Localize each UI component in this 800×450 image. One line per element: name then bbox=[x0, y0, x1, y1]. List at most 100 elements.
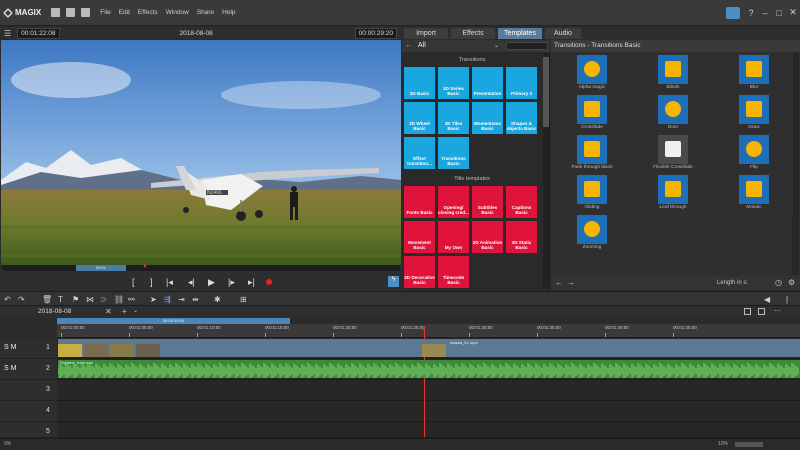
transition-template-tile[interactable]: Presentation bbox=[472, 67, 503, 99]
solo-mute-toggle[interactable]: S M bbox=[4, 365, 16, 372]
scrollbar[interactable] bbox=[543, 53, 549, 289]
tab-effects[interactable]: Effects bbox=[451, 28, 495, 39]
share-icon[interactable] bbox=[726, 6, 740, 19]
zoom-slider[interactable] bbox=[735, 442, 763, 447]
track-header[interactable]: S M 2 bbox=[0, 359, 57, 380]
timeline-ruler[interactable]: 00:01:00:00 00:01:05:00 00:01:10:00 00:01:1… bbox=[57, 324, 800, 338]
delete-icon[interactable]: 🗑 bbox=[42, 295, 52, 304]
tab-audio[interactable]: Audio bbox=[545, 28, 581, 39]
title-icon[interactable]: T bbox=[58, 295, 63, 304]
track-lane[interactable] bbox=[57, 422, 800, 438]
transition-template-tile[interactable]: 3D Tiles Basic bbox=[438, 102, 469, 134]
scrollbar-right[interactable] bbox=[792, 53, 799, 275]
scrub-range[interactable]: 00:01 bbox=[76, 265, 126, 271]
menu-effects[interactable]: Effects bbox=[138, 9, 158, 16]
playhead-marker-icon[interactable]: ▼ bbox=[142, 264, 148, 270]
title-template-tile[interactable]: Captions Basic bbox=[506, 186, 537, 218]
transition-tile[interactable]: Fade through black bbox=[553, 134, 631, 174]
transition-tile[interactable]: Draw bbox=[715, 94, 793, 134]
transition-tile[interactable]: Flip bbox=[715, 134, 793, 174]
chevron-down-icon[interactable]: ⌄ bbox=[133, 307, 138, 314]
storyboard-icon[interactable]: ⊞ bbox=[240, 295, 247, 304]
back-arrow-icon[interactable]: ← bbox=[405, 42, 412, 49]
track-header[interactable]: 3 bbox=[0, 380, 57, 401]
title-template-tile[interactable]: Movement Basic bbox=[404, 221, 435, 253]
mark-out-icon[interactable]: ] bbox=[150, 277, 153, 287]
track-lane[interactable] bbox=[57, 380, 800, 401]
title-template-tile[interactable]: Opening/ closing cred... bbox=[438, 186, 469, 218]
transition-template-tile[interactable]: Momentums Basic bbox=[472, 102, 503, 134]
transition-template-tile[interactable]: Transitions Basic bbox=[438, 137, 469, 169]
video-clip[interactable]: Alaska_01.mp4 bbox=[58, 339, 800, 357]
hamburger-icon[interactable]: ☰ bbox=[4, 29, 11, 38]
playhead-marker-icon[interactable]: ▼ bbox=[421, 327, 427, 333]
previous-icon[interactable]: ◂| bbox=[188, 277, 195, 288]
transition-tile[interactable]: Leaf through bbox=[634, 174, 712, 214]
title-template-tile[interactable]: Timecode Basic bbox=[438, 256, 469, 288]
clock-icon[interactable]: ◷ bbox=[775, 278, 782, 287]
transition-tile[interactable]: Blinds bbox=[634, 54, 712, 94]
marker-icon[interactable]: ⚑ bbox=[72, 295, 79, 304]
play-icon[interactable]: ▶ bbox=[208, 277, 215, 288]
undo-icon[interactable]: ↶ bbox=[4, 295, 11, 304]
audio-clip[interactable]: Explorer_tune.wav bbox=[58, 360, 800, 378]
menu-window[interactable]: Window bbox=[166, 9, 189, 16]
menu-edit[interactable]: Edit bbox=[119, 9, 130, 16]
more-icon[interactable]: ⋯ bbox=[774, 307, 781, 315]
split-icon[interactable]: ⋈ bbox=[86, 295, 94, 304]
tab-templates[interactable]: Templates bbox=[498, 28, 542, 39]
title-template-tile[interactable]: 3D Static Basic bbox=[506, 221, 537, 253]
menu-file[interactable]: File bbox=[100, 9, 110, 16]
next-icon[interactable]: |▸ bbox=[228, 277, 235, 288]
minimize-icon[interactable]: – bbox=[758, 8, 772, 18]
record-icon[interactable] bbox=[266, 279, 272, 285]
multi-select-icon[interactable]: ⇶ bbox=[164, 295, 171, 304]
unlink-icon[interactable]: ⚯ bbox=[128, 295, 135, 304]
pointer-icon[interactable]: ➤ bbox=[150, 295, 157, 304]
help-icon[interactable]: ? bbox=[744, 8, 758, 18]
speaker-icon[interactable]: ◀ bbox=[764, 295, 770, 304]
video-preview[interactable]: N2466 bbox=[1, 40, 401, 265]
link-icon[interactable]: ⛓ bbox=[114, 295, 124, 304]
new-file-icon[interactable] bbox=[51, 8, 61, 17]
transition-template-tile[interactable]: Primary 3 bbox=[506, 67, 537, 99]
volume-icon[interactable]: | bbox=[786, 295, 788, 304]
view-tracks-icon[interactable] bbox=[758, 308, 765, 315]
trim-icon[interactable]: ⇥ bbox=[178, 295, 185, 304]
close-icon[interactable]: ✕ bbox=[105, 307, 112, 316]
back-arrow-icon[interactable]: ← bbox=[555, 278, 563, 287]
transition-template-tile[interactable]: Shapes & objects Basic bbox=[506, 102, 537, 134]
tab-import[interactable]: Import bbox=[404, 28, 448, 39]
title-template-tile[interactable]: Fonts Basic bbox=[404, 186, 435, 218]
filter-select[interactable]: All bbox=[418, 42, 426, 49]
menu-share[interactable]: Share bbox=[197, 9, 214, 16]
transition-tile[interactable]: Blur bbox=[715, 54, 793, 94]
transition-tile[interactable]: Alpha magic bbox=[553, 54, 631, 94]
add-tab-icon[interactable]: + bbox=[122, 307, 127, 316]
track-lane[interactable] bbox=[57, 401, 800, 422]
go-start-icon[interactable]: |◂ bbox=[166, 277, 173, 288]
title-template-tile[interactable]: 2D Animation Basic bbox=[472, 221, 503, 253]
lightning-icon[interactable]: ϟ bbox=[388, 276, 399, 287]
menu-help[interactable]: Help bbox=[222, 9, 235, 16]
current-time[interactable]: 00:01:22:08 bbox=[17, 27, 60, 39]
transition-tile[interactable]: Mosaic bbox=[715, 174, 793, 214]
title-template-tile[interactable]: Subtitles Basic bbox=[472, 186, 503, 218]
mark-in-icon[interactable]: [ bbox=[132, 277, 135, 287]
save-icon[interactable] bbox=[81, 8, 91, 17]
transition-tile[interactable]: Crossfade bbox=[553, 94, 631, 134]
title-template-tile[interactable]: 3D Decorative Basic bbox=[404, 256, 435, 288]
track-header[interactable]: 4 bbox=[0, 401, 57, 422]
magnet-icon[interactable]: ⊃ bbox=[100, 295, 107, 304]
fx-icon[interactable]: ✱ bbox=[214, 295, 221, 304]
gear-icon[interactable]: ⚙ bbox=[788, 278, 795, 287]
track-header[interactable]: 5 bbox=[0, 422, 57, 438]
title-template-tile[interactable]: My Own bbox=[438, 221, 469, 253]
transition-template-tile[interactable]: 3D Basic bbox=[404, 67, 435, 99]
go-end-icon[interactable]: ▸| bbox=[248, 277, 255, 288]
maximize-icon[interactable]: □ bbox=[772, 8, 786, 18]
transition-tile[interactable]: Flexible Crossfade bbox=[634, 134, 712, 174]
ripple-icon[interactable]: ⇹ bbox=[192, 295, 199, 304]
transition-tile[interactable]: Zooming bbox=[553, 214, 631, 254]
transition-tile[interactable]: Gliding bbox=[553, 174, 631, 214]
